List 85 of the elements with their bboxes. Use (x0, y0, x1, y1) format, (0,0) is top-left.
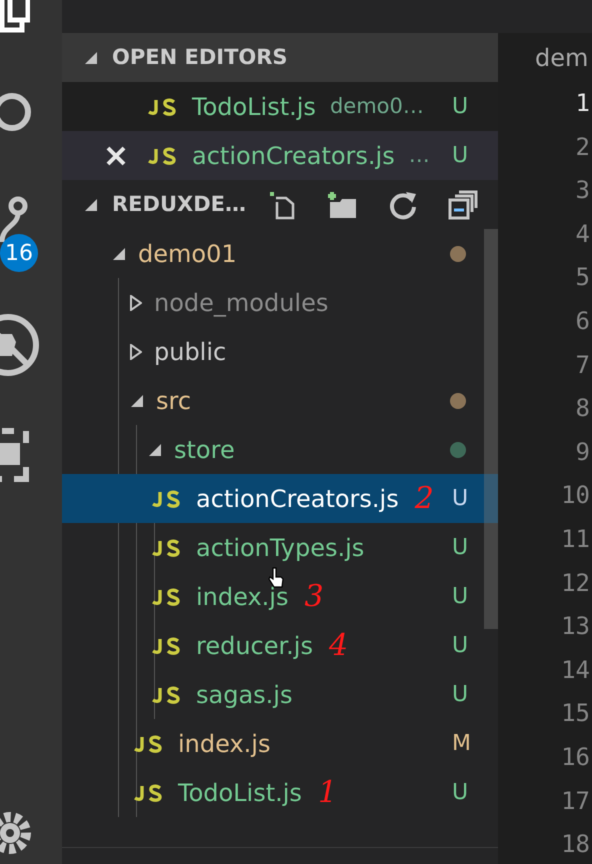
js-file-icon[interactable] (152, 490, 182, 508)
git-status: U (452, 583, 468, 611)
folder-item[interactable]: src (62, 376, 498, 425)
notification-badge: 16 (0, 234, 38, 272)
folder-name: node_modules (154, 288, 328, 319)
extensions-icon[interactable] (0, 427, 32, 483)
js-file-icon[interactable] (134, 784, 164, 802)
js-file-icon[interactable] (152, 588, 182, 606)
handwritten-note: 1 (318, 774, 338, 812)
scrollbar-thumb[interactable] (484, 229, 498, 629)
handwritten-note: 2 (414, 480, 434, 518)
chevron-right-icon[interactable] (130, 294, 142, 310)
line-number: 13 (560, 611, 591, 642)
line-number: 3 (574, 175, 591, 206)
js-file-icon[interactable] (148, 146, 178, 164)
section-title[interactable]: REDUXDE… (112, 188, 264, 220)
folder-item[interactable]: demo01 (62, 229, 498, 278)
file-name: sagas.js (196, 680, 292, 710)
line-number: 18 (560, 829, 591, 860)
handwritten-note: 3 (304, 578, 324, 616)
line-number: 17 (560, 786, 591, 816)
git-status: U (452, 632, 468, 660)
line-number: 9 (574, 436, 591, 468)
chevron-down-icon[interactable] (130, 394, 144, 408)
line-number: 14 (560, 654, 591, 686)
folder-name: public (154, 336, 226, 368)
git-status: U (452, 485, 468, 513)
file-name: TodoList.js (178, 778, 302, 808)
file-name: actionCreators.js (192, 140, 395, 172)
file-item[interactable]: actionCreators.js 2 U (62, 474, 498, 523)
line-number: 8 (574, 393, 591, 424)
js-file-icon[interactable] (134, 734, 164, 752)
git-status: M (452, 730, 471, 758)
file-item[interactable]: TodoList.js 1 U (62, 768, 498, 817)
open-editor-item[interactable]: actionCreators.js … U (62, 131, 498, 180)
js-file-icon[interactable] (152, 636, 182, 654)
line-number: 1 (574, 88, 591, 119)
folder-name: src (156, 386, 192, 416)
git-status: U (452, 681, 468, 709)
file-name: index.js (196, 582, 288, 612)
chevron-down-icon[interactable] (148, 442, 162, 456)
file-path: … (408, 142, 430, 169)
file-name: reducer.js (196, 630, 313, 662)
line-number: 10 (560, 480, 591, 512)
git-status: U (452, 93, 468, 121)
file-item[interactable]: reducer.js 4 U (62, 621, 498, 670)
line-number: 6 (574, 306, 591, 337)
file-name: TodoList.js (192, 92, 316, 122)
js-file-icon[interactable] (148, 98, 178, 116)
line-number: 11 (560, 524, 591, 555)
debug-icon[interactable] (0, 312, 40, 378)
chevron-down-icon[interactable] (84, 50, 98, 64)
chevron-down-icon[interactable] (112, 246, 126, 260)
line-number: 2 (574, 132, 591, 163)
line-number: 5 (574, 262, 591, 294)
folder-name: demo01 (138, 238, 237, 270)
chevron-down-icon[interactable] (84, 198, 98, 212)
line-number: 4 (574, 218, 591, 250)
js-file-icon[interactable] (152, 686, 182, 704)
open-editor-item[interactable]: TodoList.js demo0… U (62, 82, 498, 131)
collapse-all-icon[interactable] (448, 190, 478, 220)
git-status: U (452, 142, 468, 170)
folder-item[interactable]: store (62, 425, 498, 474)
file-item[interactable]: index.js M (62, 719, 498, 768)
line-number: 7 (574, 350, 591, 381)
folder-item[interactable]: node_modules (62, 278, 498, 327)
line-number: 12 (560, 568, 591, 599)
line-number: 16 (560, 742, 591, 773)
new-folder-icon[interactable] (326, 190, 358, 220)
js-file-icon[interactable] (152, 538, 182, 556)
git-status: U (452, 534, 468, 562)
breadcrumb-item[interactable]: dem (535, 40, 588, 76)
file-name: actionCreators.js (196, 484, 399, 514)
file-name: index.js (178, 728, 270, 760)
git-status: U (452, 779, 468, 807)
handwritten-note: 4 (328, 627, 348, 665)
file-name: actionTypes.js (196, 532, 364, 564)
file-item[interactable]: sagas.js U (62, 670, 498, 719)
chevron-right-icon[interactable] (130, 344, 142, 360)
file-path: demo0… (330, 92, 424, 120)
folder-item[interactable]: public (62, 327, 498, 376)
folder-name: store (174, 434, 235, 466)
line-number: 15 (560, 698, 591, 730)
refresh-icon[interactable] (388, 190, 418, 220)
close-icon[interactable] (106, 146, 126, 166)
